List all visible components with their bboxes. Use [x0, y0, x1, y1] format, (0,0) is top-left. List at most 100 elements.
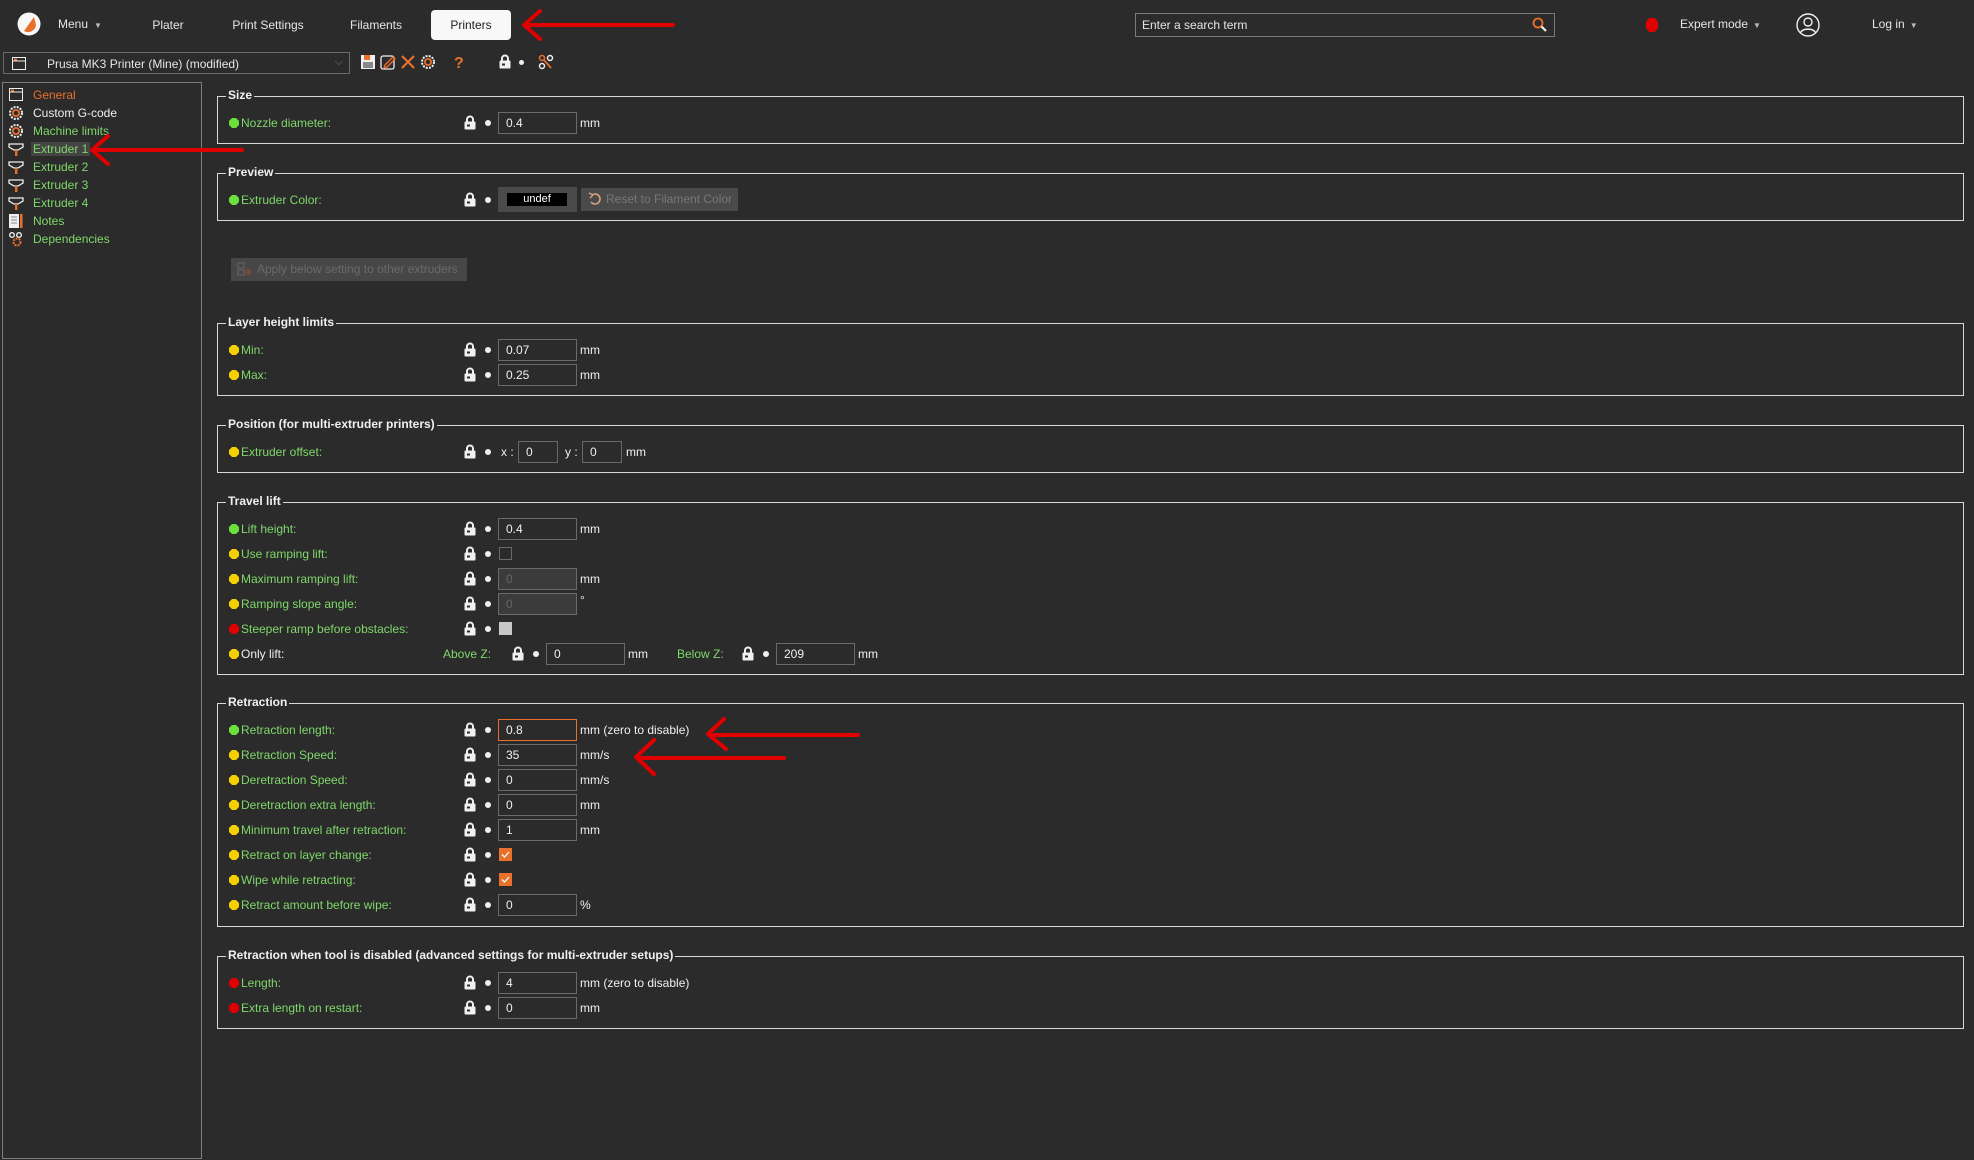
dot-icon[interactable] [485, 980, 491, 986]
search-icon[interactable] [1532, 17, 1548, 33]
rename-icon[interactable] [380, 54, 396, 70]
dot-icon[interactable] [519, 60, 524, 65]
dot-icon[interactable] [485, 852, 491, 858]
lift-height-input[interactable] [498, 518, 577, 540]
dot-icon[interactable] [485, 576, 491, 582]
min-travel-input[interactable] [498, 819, 577, 841]
nozzle-diameter-input[interactable] [498, 112, 577, 134]
retraction-length-input[interactable] [498, 719, 577, 741]
prusa-logo-icon[interactable] [17, 12, 41, 36]
search-box[interactable] [1135, 13, 1555, 37]
delete-icon[interactable] [400, 54, 416, 70]
toolchange-retraction-length-input[interactable] [498, 972, 577, 994]
lock-icon[interactable] [464, 342, 476, 357]
dot-icon[interactable] [485, 1005, 491, 1011]
dot-icon[interactable] [485, 120, 491, 126]
lock-icon[interactable] [464, 115, 476, 130]
dot-icon[interactable] [485, 802, 491, 808]
sidebar-item-general[interactable]: General [8, 86, 78, 103]
dot-icon[interactable] [485, 197, 491, 203]
lock-icon[interactable] [464, 897, 476, 912]
sidebar-item-dependencies[interactable]: Dependencies [8, 230, 112, 247]
lock-icon[interactable] [464, 872, 476, 887]
lock-icon[interactable] [464, 192, 476, 207]
mode-dropdown[interactable]: Expert mode ▼ [1680, 17, 1761, 31]
only-lift-below-z-input[interactable] [776, 643, 855, 665]
retract-layer-change-checkbox[interactable] [499, 848, 512, 861]
dot-icon[interactable] [485, 877, 491, 883]
lock-icon[interactable] [464, 521, 476, 536]
ramping-slope-angle-input[interactable] [498, 593, 577, 615]
sidebar-item-extruder-3[interactable]: Extruder 3 [8, 176, 90, 193]
lock-icon[interactable] [464, 1000, 476, 1015]
dot-icon[interactable] [763, 651, 769, 657]
lock-icon[interactable] [464, 847, 476, 862]
user-account-icon[interactable] [1796, 13, 1820, 37]
lock-icon[interactable] [742, 646, 754, 661]
lock-icon[interactable] [512, 646, 524, 661]
deretraction-speed-input[interactable] [498, 769, 577, 791]
dot-icon[interactable] [485, 551, 491, 557]
extruder-offset-y-input[interactable] [582, 441, 622, 463]
only-lift-above-z-input[interactable] [546, 643, 625, 665]
dot-icon[interactable] [485, 347, 491, 353]
min-layer-height-input[interactable] [498, 339, 577, 361]
tab-plater[interactable]: Plater [142, 10, 194, 40]
lock-icon[interactable] [464, 722, 476, 737]
steeper-ramp-checkbox[interactable] [499, 622, 512, 635]
reset-to-filament-color-button[interactable]: Reset to Filament Color [581, 188, 738, 211]
search-input[interactable] [1136, 14, 1516, 36]
printer-preset-select[interactable]: Prusa MK3 Printer (Mine) (modified) ⌵ [3, 52, 350, 74]
retraction-speed-input[interactable] [498, 744, 577, 766]
dot-icon[interactable] [485, 449, 491, 455]
toolchange-extra-restart-input[interactable] [498, 997, 577, 1019]
chevron-down-icon[interactable]: ⌵ [335, 56, 343, 69]
annotation-arrow-extruder-1 [90, 134, 244, 166]
lock-icon[interactable] [464, 621, 476, 636]
dot-icon[interactable] [485, 526, 491, 532]
tab-printers[interactable]: Printers [431, 10, 511, 40]
dot-icon[interactable] [485, 727, 491, 733]
dot-icon[interactable] [485, 827, 491, 833]
dependencies-icon[interactable] [538, 54, 554, 70]
dot-icon[interactable] [485, 902, 491, 908]
lock-icon[interactable] [464, 546, 476, 561]
sidebar-item-extruder-2[interactable]: Extruder 2 [8, 158, 90, 175]
dot-icon[interactable] [485, 601, 491, 607]
lock-icon[interactable] [464, 367, 476, 382]
save-icon[interactable] [360, 54, 376, 70]
max-layer-height-input[interactable] [498, 364, 577, 386]
compare-icon[interactable] [420, 54, 436, 70]
extruder-offset-x-input[interactable] [518, 441, 558, 463]
lock-icon[interactable] [464, 975, 476, 990]
retract-before-wipe-input[interactable] [498, 894, 577, 916]
tab-filaments[interactable]: Filaments [342, 10, 410, 40]
apply-to-other-extruders-button[interactable]: Apply below setting to other extruders [231, 258, 467, 281]
menu-button[interactable]: Menu ▼ [58, 17, 102, 31]
sidebar-item-extruder-4[interactable]: Extruder 4 [8, 194, 90, 211]
lock-icon[interactable] [464, 797, 476, 812]
dot-icon[interactable] [485, 777, 491, 783]
help-icon[interactable]: ? [451, 54, 467, 70]
wipe-while-retracting-checkbox[interactable] [499, 873, 512, 886]
dot-icon[interactable] [533, 651, 539, 657]
lock-icon[interactable] [499, 54, 511, 69]
lock-icon[interactable] [464, 772, 476, 787]
use-ramping-lift-checkbox[interactable] [499, 547, 512, 560]
deretraction-extra-length-input[interactable] [498, 794, 577, 816]
lock-icon[interactable] [464, 822, 476, 837]
sidebar-item-custom-gcode[interactable]: Custom G-code [8, 104, 119, 121]
dot-icon[interactable] [485, 372, 491, 378]
lock-icon[interactable] [464, 596, 476, 611]
tab-print-settings[interactable]: Print Settings [224, 10, 312, 40]
login-dropdown[interactable]: Log in ▼ [1872, 17, 1918, 31]
lock-icon[interactable] [464, 571, 476, 586]
dot-icon[interactable] [485, 626, 491, 632]
max-ramping-lift-input[interactable] [498, 568, 577, 590]
extruder-color-picker[interactable]: undef [498, 187, 577, 212]
lock-icon[interactable] [464, 444, 476, 459]
sidebar-item-extruder-1[interactable]: Extruder 1 [8, 140, 91, 157]
dot-icon[interactable] [485, 752, 491, 758]
lock-icon[interactable] [464, 747, 476, 762]
sidebar-item-notes[interactable]: Notes [8, 212, 66, 229]
